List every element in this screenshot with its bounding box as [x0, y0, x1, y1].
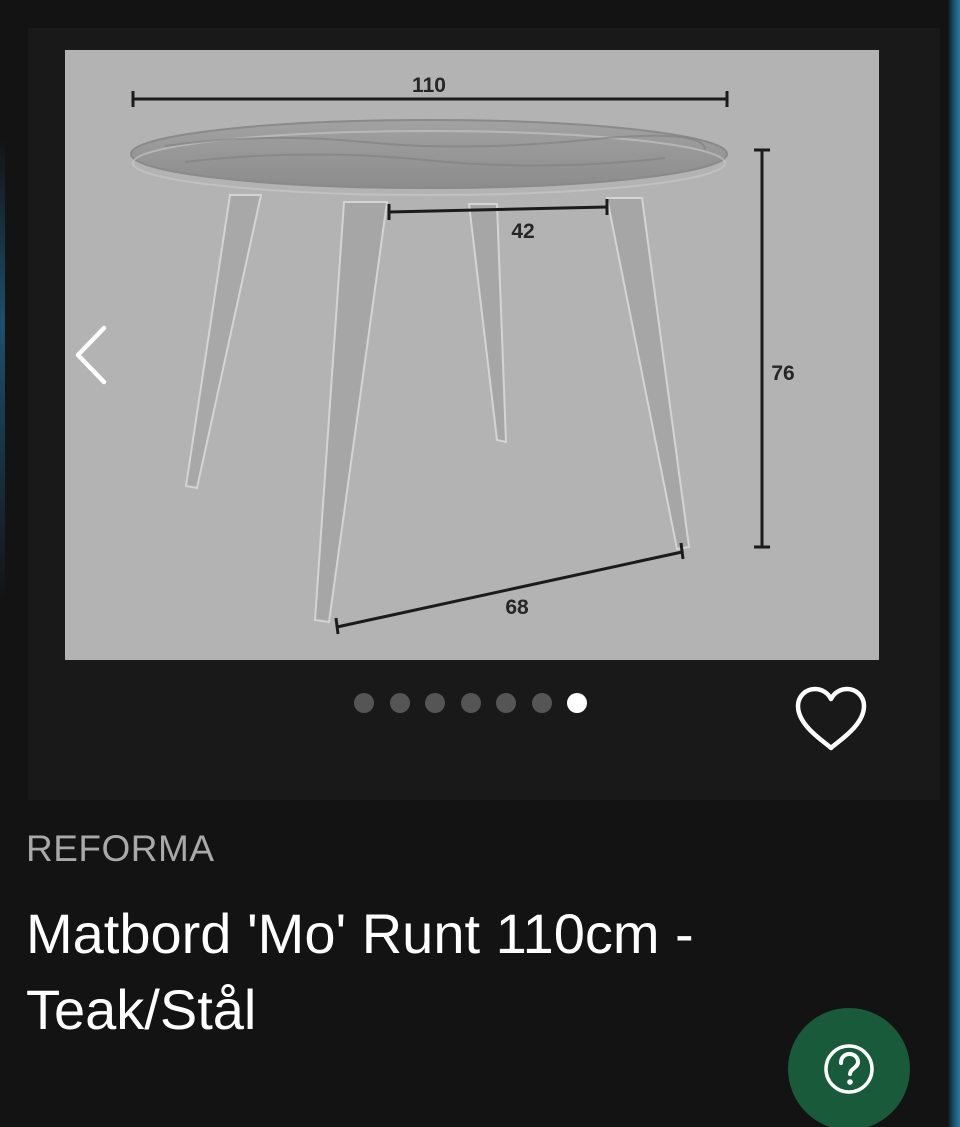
table-leg — [467, 203, 508, 444]
product-brand[interactable]: REFORMA — [26, 826, 215, 872]
product-page: 110 42 76 68 REFORMA Matbord 'Mo' Runt 1… — [0, 0, 960, 1127]
table-leg — [184, 194, 263, 490]
gallery-dot[interactable] — [389, 693, 410, 713]
heart-outline-icon — [795, 686, 867, 751]
gallery-dot[interactable] — [460, 693, 481, 713]
table-leg — [313, 201, 389, 624]
dimension-width-label: 110 — [412, 74, 446, 97]
question-mark-icon — [824, 1044, 874, 1094]
gallery-dot-active[interactable] — [567, 693, 587, 713]
left-edge-glow — [0, 140, 5, 600]
favorite-button[interactable] — [792, 684, 870, 756]
gallery-pagination — [354, 692, 603, 714]
right-edge-glow — [948, 0, 960, 1127]
gallery-dot[interactable] — [425, 693, 445, 713]
product-image[interactable]: 110 42 76 68 — [65, 50, 879, 660]
table-dimension-drawing: 110 42 76 68 — [130, 74, 795, 635]
chevron-left-icon — [75, 325, 107, 385]
previous-image-button[interactable] — [68, 322, 116, 388]
table-leg — [605, 197, 691, 551]
dimension-leg-top-label: 42 — [511, 220, 534, 243]
product-title: Matbord 'Mo' Runt 110cm - Teak/Stål — [26, 902, 694, 1041]
gallery-dot[interactable] — [496, 693, 516, 713]
gallery-dot[interactable] — [531, 693, 552, 713]
gallery-dot[interactable] — [354, 693, 374, 713]
help-button[interactable] — [788, 1008, 910, 1127]
dimension-leg-bottom-label: 68 — [505, 596, 529, 619]
dimension-height-label: 76 — [771, 362, 794, 385]
